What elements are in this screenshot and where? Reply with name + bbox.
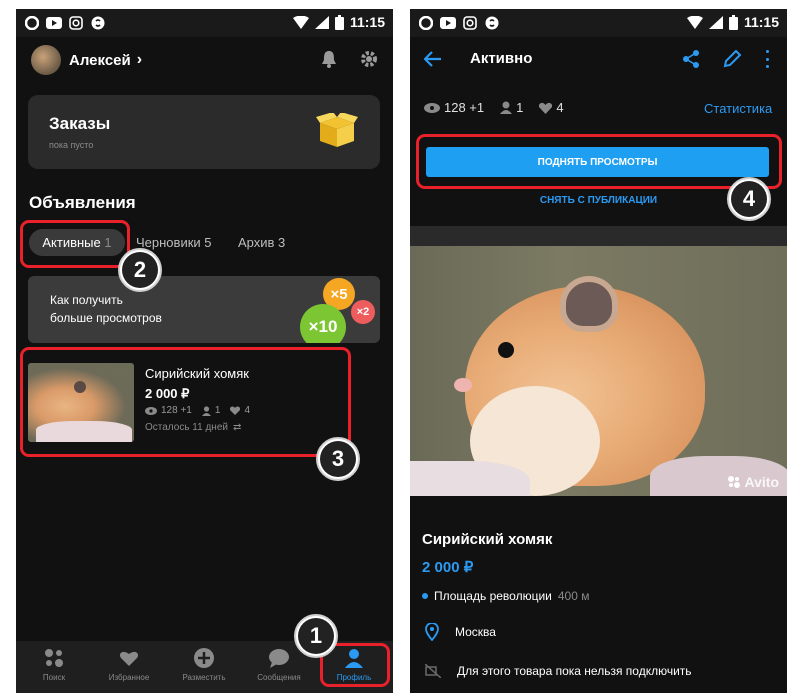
city-name: Москва [455, 625, 496, 639]
highlight-raise-button [416, 134, 782, 189]
promo-line-1: Как получить [50, 293, 123, 307]
user-name: Алексей [69, 51, 131, 69]
no-delivery-icon [425, 664, 441, 678]
metro-dot-icon [422, 593, 428, 599]
wifi-icon [686, 15, 703, 29]
detail-views: 128 +1 [444, 100, 485, 115]
gear-icon[interactable] [359, 49, 379, 69]
signal-icon [314, 15, 329, 29]
back-arrow-icon[interactable] [424, 51, 442, 67]
delivery-row: Для этого товара пока нельзя подключить [425, 664, 692, 678]
orders-title: Заказы [49, 114, 111, 133]
instagram-icon [462, 15, 478, 31]
ads-section-title: Объявления [29, 193, 136, 212]
box-icon [316, 113, 358, 147]
status-time: 11:15 [743, 14, 779, 30]
tab-drafts[interactable]: Черновики 5 [136, 235, 212, 250]
battery-icon [728, 14, 738, 30]
metro-station: Площадь революции [434, 589, 552, 603]
opera-icon [24, 15, 40, 31]
highlight-active-tab [20, 220, 130, 268]
share-icon[interactable] [682, 49, 700, 69]
status-bar: 11:15 [410, 9, 787, 37]
delivery-note: Для этого товара пока нельзя подключить [457, 664, 692, 678]
bell-icon[interactable] [320, 49, 338, 69]
youtube-icon [440, 15, 456, 31]
plus-icon [194, 648, 214, 668]
highlight-listing-card [20, 347, 351, 457]
heart-icon [539, 102, 553, 114]
battery-icon [334, 14, 344, 30]
badge-x2: ×2 [351, 300, 375, 324]
tab-archive[interactable]: Архив 3 [238, 235, 285, 250]
profile-name-link[interactable]: Алексей › [69, 51, 142, 69]
instagram-icon [68, 15, 84, 31]
eye-icon [424, 102, 440, 113]
listing-photo[interactable]: Avito [410, 246, 787, 496]
chevron-right-icon: › [136, 51, 143, 68]
page-title: Активно [470, 50, 533, 67]
more-menu-icon[interactable] [764, 50, 770, 68]
metro-row: Площадь революции 400 м [422, 589, 589, 603]
promo-line-2: больше просмотров [50, 311, 162, 325]
detail-price: 2 000 ₽ [422, 559, 474, 576]
youtube-icon [46, 15, 62, 31]
wifi-icon [292, 15, 309, 29]
person-icon [500, 101, 513, 114]
avito-watermark: Avito [727, 474, 779, 490]
pencil-icon[interactable] [722, 49, 742, 69]
promo-card[interactable]: Как получить больше просмотров ×5 ×2 ×10 [28, 276, 380, 343]
city-row: Москва [425, 623, 496, 641]
detail-title: Сирийский хомяк [422, 531, 553, 548]
signal-icon [708, 15, 723, 29]
opera-icon [418, 15, 434, 31]
step-marker-3: 3 [316, 437, 360, 481]
step-marker-1: 1 [294, 614, 338, 658]
listing-detail-screen: 11:15 Активно 128 +1 1 4 Статистика ПОДН… [410, 9, 787, 693]
badge-x10: ×10 [300, 304, 346, 343]
avatar[interactable] [31, 45, 61, 75]
detail-users: 1 [516, 100, 524, 115]
stats-row: 128 +1 1 4 [424, 100, 564, 115]
avito-logo-icon [727, 476, 740, 488]
metro-distance: 400 м [557, 589, 590, 603]
step-marker-2: 2 [118, 248, 162, 292]
statistics-link[interactable]: Статистика [704, 101, 772, 116]
status-time: 11:15 [349, 14, 385, 30]
orders-card[interactable]: Заказы пока пусто [28, 95, 380, 169]
orders-subtitle: пока пусто [49, 140, 94, 150]
detail-likes: 4 [556, 100, 564, 115]
nav-search[interactable]: Поиск [19, 647, 89, 682]
shazam-icon [484, 15, 500, 31]
status-bar: 11:15 [16, 9, 393, 37]
step-marker-4: 4 [727, 177, 771, 221]
chat-icon [269, 649, 289, 668]
location-pin-icon [425, 623, 439, 641]
nav-post[interactable]: Разместить [169, 647, 239, 682]
tab-archive-label: Архив 3 [238, 235, 286, 250]
nav-favorites[interactable]: Избранное [94, 647, 164, 682]
grid-icon [45, 649, 63, 667]
divider [410, 226, 787, 246]
tab-drafts-label: Черновики 5 [136, 235, 212, 250]
shazam-icon [90, 15, 106, 31]
heart-icon [119, 651, 139, 666]
